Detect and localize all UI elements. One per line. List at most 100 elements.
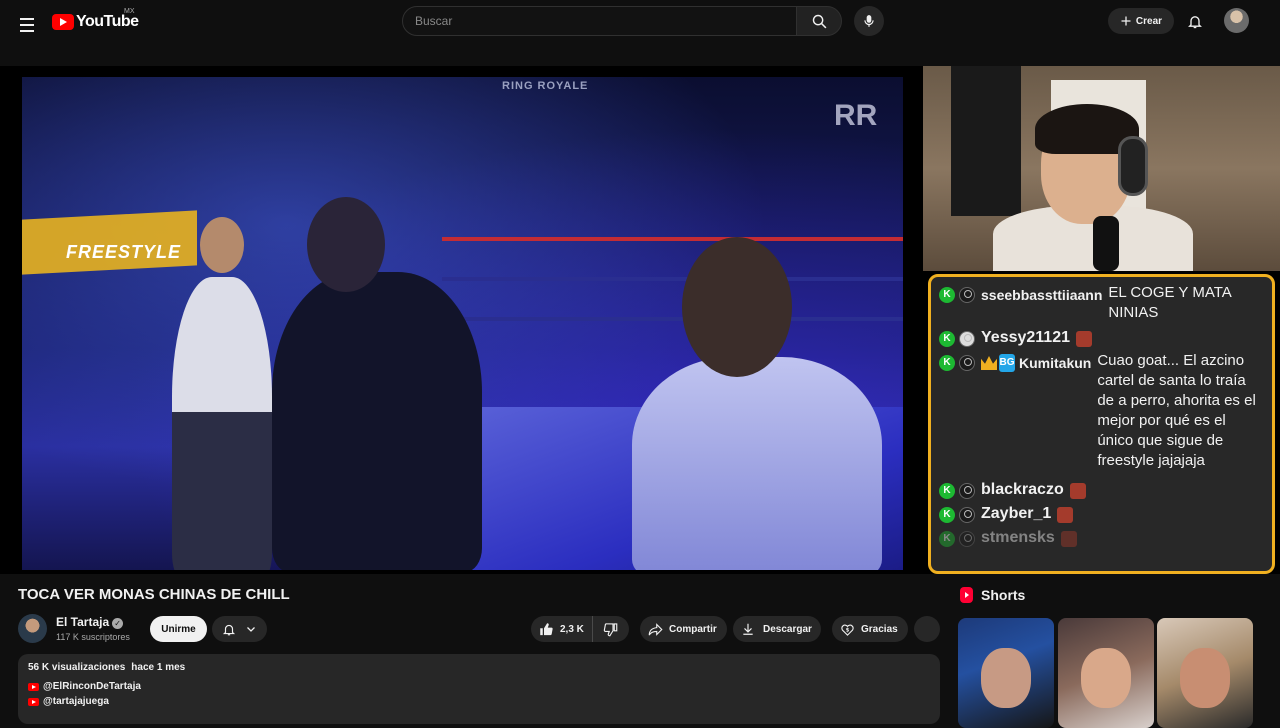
stream-chat-overlay: K sseebbassttiiaann EL COGE Y MATA NINIA…	[928, 274, 1275, 574]
like-button[interactable]: 2,3 K	[531, 616, 593, 642]
short-face	[1081, 648, 1131, 708]
shorts-title: Shorts	[981, 587, 1026, 603]
like-count: 2,3 K	[560, 623, 584, 635]
share-label: Compartir	[669, 623, 717, 635]
channel-link-text[interactable]: @ElRinconDeTartaja	[43, 681, 141, 692]
notifications-button[interactable]	[1184, 10, 1206, 32]
ring-rope	[442, 317, 903, 321]
dislike-button[interactable]	[593, 616, 618, 642]
short-thumbnail[interactable]	[1157, 618, 1253, 728]
performer-center-head	[307, 197, 385, 292]
microphone	[1093, 216, 1119, 271]
shorts-icon	[960, 587, 973, 603]
rr-watermark: RR	[834, 99, 878, 132]
short-thumbnail[interactable]	[958, 618, 1054, 728]
kick-badge-icon: K	[939, 483, 955, 499]
chat-text: Cuao goat... El azcino cartel de santa l…	[1097, 352, 1256, 469]
microphone-icon	[864, 15, 874, 27]
kick-badge-icon: K	[939, 531, 955, 547]
channel-link[interactable]: @tartajajuega	[28, 696, 930, 707]
download-icon	[743, 623, 753, 635]
user-icon	[959, 355, 975, 371]
streamer-webcam	[923, 66, 1280, 271]
description-box[interactable]: 56 K visualizaciones hace 1 mes @ElRincon…	[18, 654, 940, 724]
more-actions-button[interactable]	[914, 616, 940, 642]
chat-message: K stmensks	[935, 523, 1272, 547]
emote-icon	[1069, 483, 1086, 499]
thumbs-down-icon	[603, 622, 618, 636]
chat-message: K blackraczo	[935, 475, 1272, 499]
search-box[interactable]	[402, 6, 797, 36]
description-meta: 56 K visualizaciones hace 1 mes	[28, 662, 930, 673]
short-face	[1180, 648, 1230, 708]
bell-icon	[223, 624, 236, 635]
voice-search-button[interactable]	[854, 6, 884, 36]
performer-right-head	[682, 237, 792, 377]
short-face	[981, 648, 1031, 708]
chat-text: EL COGE Y MATA NINIAS	[1108, 284, 1231, 321]
kick-badge-icon: K	[939, 355, 955, 371]
ring-rope	[442, 277, 903, 281]
performer-left-head	[200, 217, 244, 273]
short-thumbnail[interactable]	[1058, 618, 1154, 728]
create-button[interactable]: Crear	[1108, 8, 1174, 34]
menu-icon[interactable]	[14, 12, 40, 38]
chat-username: sseebbassttiiaann	[981, 287, 1103, 303]
chat-username: stmensks	[981, 529, 1055, 546]
user-icon	[959, 483, 975, 499]
channel-name-text[interactable]: El Tartaja	[56, 615, 109, 629]
subscription-bell-button[interactable]	[212, 616, 267, 642]
verified-icon: ✓	[112, 618, 124, 629]
country-code: MX	[124, 8, 135, 15]
performer-right	[632, 357, 882, 570]
wall-poster	[951, 66, 1021, 216]
youtube-icon	[28, 697, 39, 706]
youtube-play-icon	[52, 14, 74, 30]
share-button[interactable]: Compartir	[640, 616, 727, 642]
kick-badge-icon: K	[939, 331, 955, 347]
user-icon	[959, 287, 975, 303]
channel-link[interactable]: @ElRinconDeTartaja	[28, 681, 930, 692]
emote-icon	[1060, 531, 1077, 547]
like-dislike-group: 2,3 K	[531, 616, 629, 642]
performer-left	[172, 277, 272, 570]
chevron-down-icon	[246, 627, 255, 632]
view-count: 56 K visualizaciones	[28, 662, 126, 673]
emote-icon	[1076, 331, 1092, 347]
download-button[interactable]: Descargar	[733, 616, 821, 642]
join-button[interactable]: Unirme	[150, 616, 207, 642]
kick-badge-icon: K	[939, 287, 955, 303]
thanks-button[interactable]: $ Gracias	[832, 616, 908, 642]
crown-badge-icon	[981, 356, 997, 370]
youtube-logo[interactable]: YouTube MX	[52, 8, 139, 32]
search-icon	[812, 14, 826, 28]
kick-badge-icon: K	[939, 507, 955, 523]
bell-icon	[1188, 15, 1202, 28]
search-button[interactable]	[796, 6, 842, 36]
thanks-label: Gracias	[861, 623, 898, 635]
account-avatar[interactable]	[1224, 8, 1249, 33]
channel-name[interactable]: El Tartaja ✓	[56, 615, 124, 629]
performer-center	[272, 272, 482, 570]
subscriber-count: 117 K suscriptores	[56, 632, 130, 642]
chat-message: K sseebbassttiiaann EL COGE Y MATA NINIA…	[935, 279, 1272, 323]
video-frame[interactable]: FREESTYLE RING ROYALE RR	[22, 77, 903, 570]
svg-text:$: $	[846, 627, 850, 633]
user-avatar-icon	[959, 331, 975, 347]
channel-link-text[interactable]: @tartajajuega	[43, 696, 109, 707]
search-input[interactable]	[415, 14, 796, 28]
upload-date: hace 1 mes	[131, 662, 186, 673]
logo-text: YouTube	[76, 13, 139, 30]
ring-rope	[442, 237, 903, 241]
video-title: TOCA VER MONAS CHINAS DE CHILL	[18, 586, 290, 603]
channel-avatar[interactable]	[18, 614, 47, 643]
chat-message: K Zayber_1	[935, 499, 1272, 523]
super-thanks-icon: $	[841, 624, 854, 636]
event-brand: RING ROYALE	[502, 80, 589, 92]
headset	[1118, 136, 1148, 196]
user-icon	[959, 507, 975, 523]
chat-message: K Yessy21121	[935, 323, 1272, 347]
chat-username: Yessy21121	[981, 329, 1070, 346]
chat-username: Zayber_1	[981, 505, 1052, 522]
chat-username: blackraczo	[981, 481, 1064, 498]
